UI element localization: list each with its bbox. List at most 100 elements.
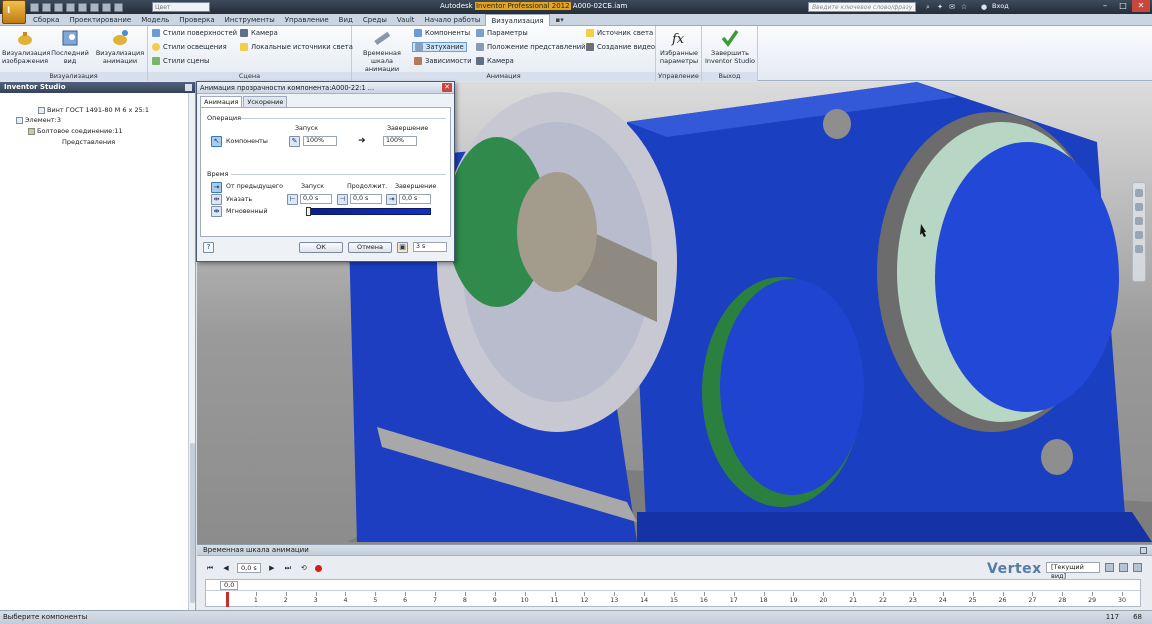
add-camera-icon[interactable]: [1105, 563, 1114, 572]
tab-assembly[interactable]: Сборка: [28, 14, 64, 26]
local-lights-button[interactable]: Локальные источники света: [240, 43, 353, 51]
tab-vault[interactable]: Vault: [392, 14, 420, 26]
end-opacity-input[interactable]: 100%: [383, 136, 417, 146]
teapot-icon: [18, 32, 32, 45]
redo-icon[interactable]: [78, 2, 87, 12]
camera-button[interactable]: Камера: [240, 29, 278, 37]
undo-icon[interactable]: [66, 2, 75, 12]
play-icon[interactable]: ▶: [267, 563, 277, 573]
search-icon[interactable]: ⌕: [924, 3, 932, 11]
time-slider[interactable]: [306, 207, 431, 216]
select-components-icon[interactable]: ↖: [211, 136, 222, 147]
duration-input[interactable]: 0,0 s: [350, 194, 382, 204]
animate-pos-reps-button[interactable]: Положение представлений: [476, 43, 586, 51]
settings-icon[interactable]: [1119, 563, 1128, 572]
tree-item[interactable]: Представления: [62, 138, 115, 146]
render-animation-button[interactable]: Визуализация анимации: [94, 28, 146, 65]
tree-item[interactable]: Винт ГОСТ 1491-80 М 6 х 25:1: [38, 106, 149, 114]
apply-icon[interactable]: ▣: [397, 242, 408, 253]
end-time-input[interactable]: 0,0 s: [399, 194, 431, 204]
video-producer-button[interactable]: Создание видео: [586, 43, 655, 51]
specify-icon[interactable]: ⇹: [211, 194, 222, 205]
orbit-icon[interactable]: [1135, 231, 1143, 239]
animation-timeline-button[interactable]: Временная шкала анимации: [354, 28, 410, 73]
go-to-end-icon[interactable]: ⏭: [283, 563, 293, 573]
timeline-close-icon[interactable]: [1140, 547, 1147, 554]
save-icon[interactable]: [54, 2, 63, 12]
update-icon[interactable]: [102, 2, 111, 12]
instant-icon[interactable]: ⇼: [211, 206, 222, 217]
tree-item[interactable]: Болтовое соединение:11: [28, 127, 123, 135]
tab-environments[interactable]: Среды: [358, 14, 392, 26]
new-icon[interactable]: [30, 2, 39, 12]
pan-icon[interactable]: [1135, 203, 1143, 211]
cancel-button[interactable]: Отмена: [348, 242, 392, 253]
record-icon[interactable]: [314, 564, 322, 572]
tab-tools[interactable]: Инструменты: [220, 14, 280, 26]
open-icon[interactable]: [42, 2, 51, 12]
current-time-field[interactable]: 0,0 s: [237, 563, 261, 573]
tab-view[interactable]: Вид: [334, 14, 358, 26]
render-image-button[interactable]: Визуализация изображения: [2, 28, 50, 65]
start-opacity-input[interactable]: 100%: [303, 136, 337, 146]
steering-wheel-icon[interactable]: [1135, 189, 1143, 197]
last-view-button[interactable]: Последний вид: [50, 28, 90, 65]
animate-camera-button[interactable]: Камера: [476, 57, 514, 65]
close-button[interactable]: ✕: [1132, 0, 1150, 12]
play-reverse-icon[interactable]: ◀: [221, 563, 231, 573]
ok-button[interactable]: ОК: [299, 242, 343, 253]
animate-components-button[interactable]: Компоненты: [414, 29, 470, 37]
scene-styles-button[interactable]: Стили сцены: [152, 57, 209, 65]
expand-icon[interactable]: [1133, 563, 1142, 572]
sign-in-link[interactable]: Вход: [992, 2, 1009, 10]
animate-fade-button[interactable]: Затухание: [412, 42, 467, 52]
dialog-titlebar[interactable]: Анимация прозрачности компонента:А000-22…: [197, 82, 454, 94]
animate-parameters-button[interactable]: Параметры: [476, 29, 528, 37]
scrollbar-thumb[interactable]: [190, 443, 195, 603]
animate-light-button[interactable]: Источник света: [586, 29, 653, 37]
tab-animation[interactable]: Анимация: [200, 96, 243, 107]
maximize-button[interactable]: □: [1114, 0, 1132, 12]
help-search-input[interactable]: Введите ключевое слово/фразу: [808, 2, 916, 12]
ribbon-options-icon[interactable]: ▪▾: [550, 14, 570, 25]
ruler-tick: [883, 592, 885, 596]
zoom-icon[interactable]: [1135, 217, 1143, 225]
browser-menu-icon[interactable]: [185, 84, 192, 91]
subscription-icon[interactable]: ✦: [936, 3, 944, 11]
tab-model[interactable]: Модель: [136, 14, 174, 26]
favorites-icon[interactable]: ☆: [960, 3, 968, 11]
dialog-close-button[interactable]: ✕: [442, 83, 452, 92]
time-slider-thumb[interactable]: [306, 207, 311, 216]
lighting-styles-button[interactable]: Стили освещения: [152, 43, 227, 51]
look-at-icon[interactable]: [1135, 245, 1143, 253]
from-previous-icon[interactable]: ⇥: [211, 182, 222, 193]
navigation-bar[interactable]: [1132, 182, 1146, 282]
tab-get-started[interactable]: Начало работы: [420, 14, 486, 26]
minimize-button[interactable]: –: [1096, 0, 1114, 12]
communication-icon[interactable]: ✉: [948, 3, 956, 11]
camera-view-select[interactable]: [Текущий вид]: [1046, 562, 1100, 580]
loop-icon[interactable]: ⟲: [299, 563, 309, 573]
playhead[interactable]: [226, 592, 229, 607]
tab-design[interactable]: Проектирование: [64, 14, 136, 26]
select-icon[interactable]: [114, 2, 123, 12]
ruler-tick-label: 26: [998, 597, 1007, 604]
go-to-start-icon[interactable]: ⏮: [205, 563, 215, 573]
surface-styles-button[interactable]: Стили поверхностей: [152, 29, 237, 37]
favorite-parameters-button[interactable]: fx Избранные параметры: [658, 28, 700, 65]
tab-manage[interactable]: Управление: [280, 14, 334, 26]
duration-field[interactable]: 3 s: [413, 242, 447, 252]
browser-scrollbar[interactable]: [188, 93, 195, 610]
animate-constraints-button[interactable]: Зависимости: [414, 57, 472, 65]
tab-acceleration[interactable]: Ускорение: [243, 96, 288, 107]
tab-render[interactable]: Визуализация: [485, 14, 550, 26]
start-time-input[interactable]: 0,0 s: [300, 194, 332, 204]
tree-item[interactable]: Элемент:3: [16, 116, 61, 124]
help-icon[interactable]: ?: [203, 242, 214, 253]
finish-studio-button[interactable]: Завершить Inventor Studio: [704, 28, 756, 65]
tab-inspect[interactable]: Проверка: [174, 14, 219, 26]
return-icon[interactable]: [90, 2, 99, 12]
application-menu-button[interactable]: I: [2, 0, 26, 24]
appearance-select[interactable]: Цвет: [152, 2, 210, 12]
timeline-ruler[interactable]: 0,0 1 2 3 4 5 6 7 8 9 10 11 12 13 14 15 16 17 18 19 20 21 22 2…: [205, 579, 1141, 607]
